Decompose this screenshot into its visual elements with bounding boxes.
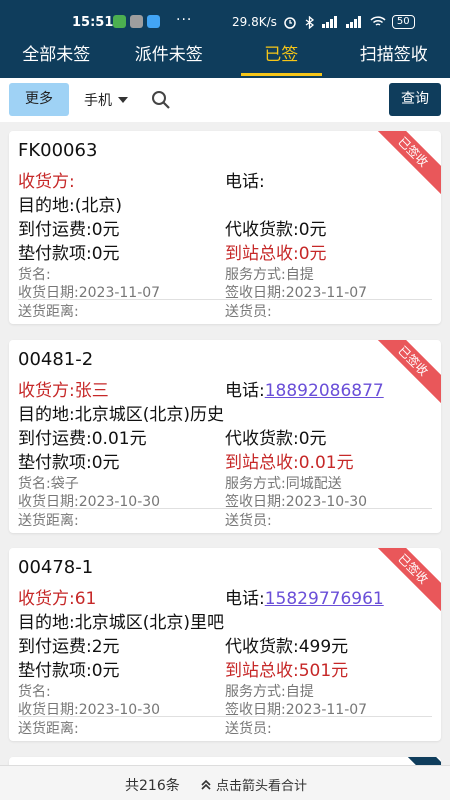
freight-field: 到付运费:0元 — [18, 220, 120, 240]
cod-field: 代收货款:0元 — [225, 429, 327, 449]
goods-field: 货名: — [18, 267, 51, 283]
freight-field: 到付运费:2元 — [18, 637, 120, 657]
goods-field: 货名: — [18, 684, 51, 700]
advance-field: 垫付款项:0元 — [18, 661, 120, 681]
phone-field: 电话:15829776961 — [225, 589, 384, 609]
phone-field: 电话: — [225, 172, 265, 192]
alarm-icon — [284, 17, 296, 29]
query-button[interactable]: 查询 — [389, 83, 441, 116]
phone-link[interactable]: 18892086877 — [265, 381, 384, 401]
phone-field: 电话:18892086877 — [225, 381, 384, 401]
signal-icon — [321, 16, 337, 28]
destination-field: 目的地:(北京) — [18, 196, 122, 216]
search-bar: 更多 手机 查询 — [0, 78, 450, 122]
wifi-icon — [370, 16, 386, 26]
courier-field: 送货员: — [225, 721, 272, 737]
tab-bar: 全部未签 派件未签 已签 扫描签收 — [0, 38, 450, 78]
phone-link[interactable]: 15829776961 — [265, 589, 384, 609]
app-icon — [130, 15, 143, 28]
tab-all-unsigned[interactable]: 全部未签 — [0, 38, 113, 78]
divider — [18, 299, 432, 300]
distance-field: 送货距离: — [18, 513, 79, 529]
tab-signed[interactable]: 已签 — [225, 38, 338, 78]
order-number: 00478-1 — [18, 557, 94, 578]
waybill-card[interactable]: 已签收 00481-2 收货方:张三 电话:18892086877 目的地:北京… — [9, 340, 441, 533]
search-icon — [152, 91, 170, 109]
waybill-card[interactable]: 已签收 00478-1 收货方:61 电话:15829776961 目的地:北京… — [9, 548, 441, 741]
goods-field: 货名:袋子 — [18, 476, 79, 492]
courier-field: 送货员: — [225, 513, 272, 529]
total-count: 共216条 — [125, 778, 180, 794]
signal-icon-2 — [345, 16, 361, 28]
destination-field: 目的地:北京城区(北京)历史 — [18, 405, 224, 425]
more-notifications-icon: ··· — [176, 12, 193, 28]
double-chevron-up-icon — [201, 779, 211, 790]
receiver-field: 收货方:张三 — [18, 381, 109, 401]
waybill-card[interactable]: 已签收 FK00063 收货方: 电话: 目的地:(北京) 到付运费:0元 代收… — [9, 131, 441, 324]
battery-icon: 50 — [391, 15, 415, 29]
cod-field: 代收货款:499元 — [225, 637, 349, 657]
service-field: 服务方式:同城配送 — [225, 476, 342, 492]
cod-field: 代收货款:0元 — [225, 220, 327, 240]
service-field: 服务方式:自提 — [225, 684, 314, 700]
tab-scan-sign[interactable]: 扫描签收 — [338, 38, 450, 78]
wechat-icon — [113, 15, 126, 28]
status-time: 15:51 — [72, 15, 114, 30]
advance-field: 垫付款项:0元 — [18, 244, 120, 264]
service-field: 服务方式:自提 — [225, 267, 314, 283]
distance-field: 送货距离: — [18, 721, 79, 737]
destination-field: 目的地:北京城区(北京)里吧 — [18, 613, 224, 633]
caret-down-icon — [118, 97, 128, 103]
divider — [18, 716, 432, 717]
notification-icon — [147, 15, 160, 28]
search-field-select[interactable]: 手机 — [84, 90, 128, 110]
order-number: 00481-2 — [18, 349, 94, 370]
station-total-field: 到站总收:0元 — [225, 244, 327, 264]
receiver-field: 收货方:61 — [18, 589, 97, 609]
expand-summary-hint[interactable]: 点击箭头看合计 — [199, 775, 307, 794]
summary-bar[interactable]: 共216条 点击箭头看合计 — [0, 765, 450, 800]
station-total-field: 到站总收:0.01元 — [225, 453, 354, 473]
receiver-field: 收货方: — [18, 172, 75, 192]
more-button[interactable]: 更多 — [9, 83, 69, 116]
advance-field: 垫付款项:0元 — [18, 453, 120, 473]
divider — [18, 508, 432, 509]
signed-ribbon: 已签收 — [370, 131, 441, 195]
network-speed: 29.8K/s — [232, 15, 277, 29]
freight-field: 到付运费:0.01元 — [18, 429, 147, 449]
order-number: FK00063 — [18, 140, 98, 161]
bluetooth-icon — [305, 15, 314, 29]
distance-field: 送货距离: — [18, 304, 79, 320]
search-field-value: 手机 — [84, 93, 112, 109]
tab-dispatch-unsigned[interactable]: 派件未签 — [113, 38, 226, 78]
search-input[interactable] — [178, 86, 383, 114]
courier-field: 送货员: — [225, 304, 272, 320]
station-total-field: 到站总收:501元 — [225, 661, 349, 681]
